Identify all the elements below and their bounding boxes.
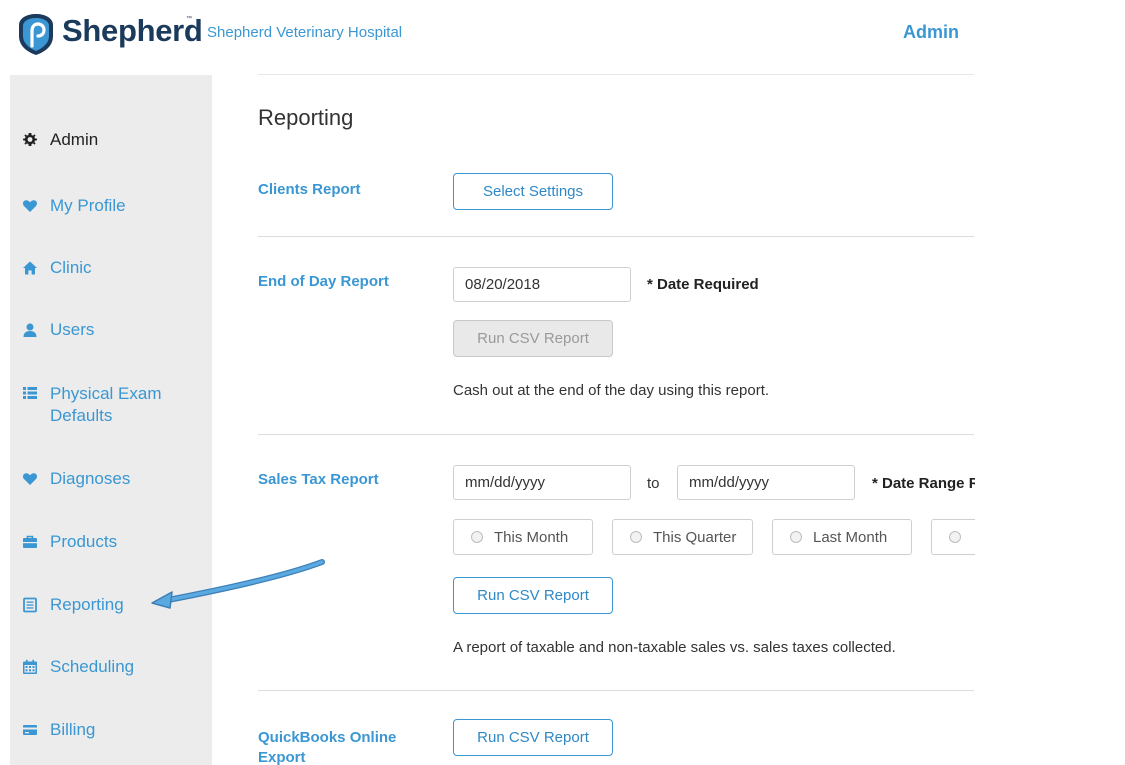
end-of-day-description: Cash out at the end of the day using thi…	[453, 382, 770, 399]
section-divider	[258, 434, 974, 435]
main-content: Reporting Clients Report Select Settings…	[0, 0, 975, 765]
section-divider	[258, 236, 974, 237]
select-settings-button[interactable]: Select Settings	[453, 173, 613, 210]
quickbooks-run-csv-button[interactable]: Run CSV Report	[453, 719, 613, 756]
preset-label: Last Month	[813, 528, 888, 546]
date-range-required-note: * Date Range R	[872, 475, 975, 492]
clients-report-label: Clients Report	[258, 181, 361, 198]
end-of-day-report-label: End of Day Report	[258, 273, 389, 290]
date-range-to-label: to	[647, 475, 660, 492]
preset-label: This Quarter	[653, 528, 737, 546]
end-of-day-date-input[interactable]: 08/20/2018	[453, 267, 631, 302]
quickbooks-export-label: QuickBooks Online Export	[258, 728, 396, 765]
preset-cut-off[interactable]	[931, 519, 975, 555]
end-of-day-run-csv-button[interactable]: Run CSV Report	[453, 320, 613, 357]
preset-label: This Month	[494, 528, 569, 546]
sales-tax-from-date-input[interactable]: mm/dd/yyyy	[453, 465, 631, 500]
sales-tax-report-label: Sales Tax Report	[258, 471, 379, 488]
page-title: Reporting	[258, 105, 354, 130]
preset-this-quarter[interactable]: This Quarter	[612, 519, 753, 555]
sales-tax-to-date-input[interactable]: mm/dd/yyyy	[677, 465, 855, 500]
date-required-note: * Date Required	[647, 276, 759, 293]
sales-tax-run-csv-button[interactable]: Run CSV Report	[453, 577, 613, 614]
preset-last-month[interactable]: Last Month	[772, 519, 912, 555]
section-divider	[258, 690, 974, 691]
radio-icon	[630, 531, 642, 543]
quickbooks-label-line1: QuickBooks Online	[258, 729, 397, 746]
preset-this-month[interactable]: This Month	[453, 519, 593, 555]
sales-tax-description: A report of taxable and non-taxable sale…	[453, 639, 896, 656]
quickbooks-label-line2: Export	[258, 749, 306, 765]
radio-icon	[790, 531, 802, 543]
radio-icon	[471, 531, 483, 543]
radio-icon	[949, 531, 961, 543]
